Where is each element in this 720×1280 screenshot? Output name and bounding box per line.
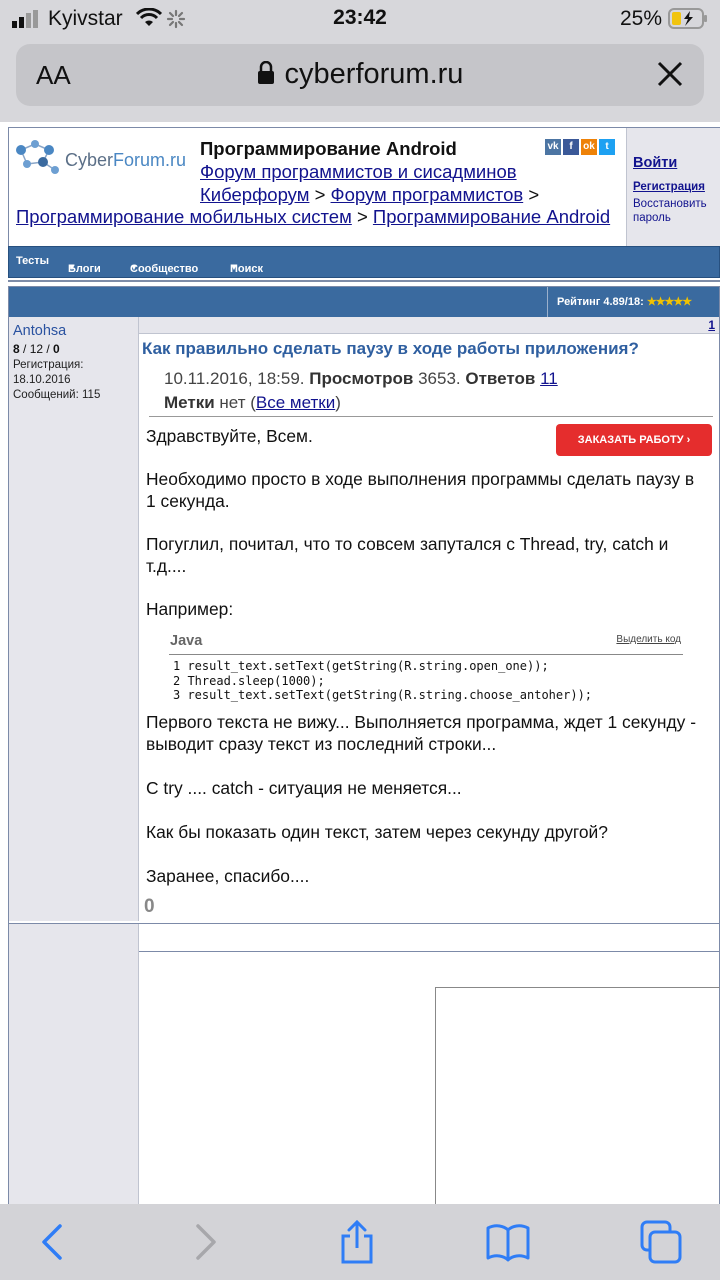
all-tags-link[interactable]: Все метки [256,393,335,412]
author-count-b: / 12 / [19,342,54,356]
registration-date: 18.10.2016 [13,374,71,386]
browser-toolbar [0,1204,720,1280]
post-number-link[interactable]: 1 [708,318,715,332]
restore-password-link[interactable]: Восстановить пароль [633,197,718,225]
page-title: Программирование Android [200,138,457,159]
clock: 23:42 [333,6,387,29]
tags-value: нет [219,393,246,412]
rating-label: Рейтинг 4.89/18: [557,296,644,308]
odnoklassniki-icon[interactable]: ok [581,139,597,155]
post-header-bar: Рейтинг 4.89/18: ★★★★★ [9,287,719,317]
answers-label: Ответов [465,369,536,388]
site-header: CyberForum.ru Программирование Android v… [8,127,720,247]
divider [149,416,713,417]
select-code-link[interactable]: Выделить код [616,634,681,645]
post-date: 10.11.2016, 18:59. [164,369,305,388]
post-paragraph: Первого текста не вижу... Выполняется пр… [146,712,696,754]
dropdown-arrow-icon: ▼ [130,263,138,272]
web-page: CyberForum.ru Программирование Android v… [0,122,720,1204]
message-count: Сообщений: 115 [13,389,101,401]
breadcrumb-cyberforum[interactable]: Киберфорум [200,184,309,205]
post-paragraph: Как бы показать один текст, затем через … [146,822,608,842]
bookmarks-icon[interactable] [484,1218,532,1266]
login-link[interactable]: Войти [633,155,677,171]
author-name[interactable]: Antohsa [13,323,66,339]
views-count: 3653. [418,369,461,388]
url-label: cyberforum.ru [284,58,464,90]
divider [8,280,720,282]
nav-item-tests[interactable]: Тесты [16,255,49,267]
author-count-a: 8 [13,342,20,356]
answers-link[interactable]: 11 [540,369,558,388]
breadcrumb-separator: > [528,183,540,205]
register-link[interactable]: Регистрация [633,181,705,193]
dropdown-arrow-icon: ▼ [68,263,76,272]
facebook-icon[interactable]: f [563,139,579,155]
post-paragraph: Здравствуйте, Всем. [146,426,313,446]
breadcrumb-forum-programmers-sysadmins[interactable]: Форум программистов и сисадминов [200,161,517,182]
author-count-c: 0 [53,342,60,356]
login-box: Войти Регистрация Восстановить пароль [626,128,720,246]
views-label: Просмотров [309,369,414,388]
battery-icon [668,8,707,29]
author-meta: Регистрация: 18.10.2016 Сообщений: 115 [13,358,100,403]
registration-label: Регистрация: [13,359,84,371]
code-language: Java [170,633,203,649]
thread-rating: Рейтинг 4.89/18: ★★★★★ [547,287,719,317]
code-block: Java Выделить код 1 result_text.setText(… [169,627,683,709]
share-icon[interactable] [333,1218,381,1266]
tags-label: Метки [164,393,215,412]
rating-stars: ★★★★★ [646,296,692,308]
like-count[interactable]: 0 [144,896,155,918]
code-lines[interactable]: 1 result_text.setText(getString(R.string… [173,659,592,703]
dropdown-arrow-icon: ▼ [230,263,238,272]
twitter-icon[interactable]: t [599,139,615,155]
nav-item-community-label: Сообщество [130,263,199,275]
post-number-bar: 1 [139,317,719,334]
next-post [8,923,720,1204]
url-text[interactable]: cyberforum.ru [16,58,704,91]
back-icon[interactable] [30,1218,78,1266]
divider [169,654,683,655]
vk-icon[interactable]: vk [545,139,561,155]
ad-frame [435,987,720,1204]
close-icon[interactable] [650,54,690,94]
breadcrumb-separator: > [314,183,326,205]
post-paragraph: Погуглил, почитал, что то совсем запутал… [146,534,669,576]
lock-icon [257,60,274,84]
post-title: Как правильно сделать паузу в ходе работ… [142,339,639,358]
post-paragraph: Необходимо просто в ходе выполнения прог… [146,469,695,511]
breadcrumb-forum-programmers[interactable]: Форум программистов [331,184,524,205]
breadcrumb: Форум программистов и сисадминов Киберфо… [16,161,616,229]
code-line: 1 result_text.setText(getString(R.string… [173,659,549,673]
social-links: vk f ok t [545,136,617,155]
author-counts: 8 / 12 / 0 [13,342,60,356]
post-paragraph: Например: [146,599,234,619]
breadcrumb-android-programming[interactable]: Программирование Android [373,206,610,227]
author-panel: Antohsa 8 / 12 / 0 Регистрация: 18.10.20… [9,317,139,921]
nav-bar: Тесты Блоги ▼ Сообщество ▼ Поиск ▼ [8,246,720,278]
author-panel [9,924,139,1204]
post-info: 10.11.2016, 18:59. Просмотров 3653. Отве… [164,369,558,412]
breadcrumb-mobile-programming[interactable]: Программирование мобильных систем [16,206,352,227]
forward-icon[interactable] [180,1218,228,1266]
post-paragraph: С try .... catch - ситуация не меняется.… [146,778,462,798]
post-paragraph: Заранее, спасибо.... [146,866,310,886]
code-line: 2 Thread.sleep(1000); [173,673,325,688]
battery-percent: 25% [619,7,662,30]
tabs-icon[interactable] [636,1218,684,1266]
browser-chrome: Kyivstar 23:42 25% AA cyberforum.ru [0,0,720,122]
code-line: 3 result_text.setText(getString(R.string… [173,688,593,702]
breadcrumb-separator: > [356,206,368,227]
status-bar: Kyivstar 23:42 25% [0,0,720,40]
forum-post: Рейтинг 4.89/18: ★★★★★ Antohsa 8 / 12 / … [8,286,720,952]
address-bar[interactable]: AA cyberforum.ru [16,44,704,106]
